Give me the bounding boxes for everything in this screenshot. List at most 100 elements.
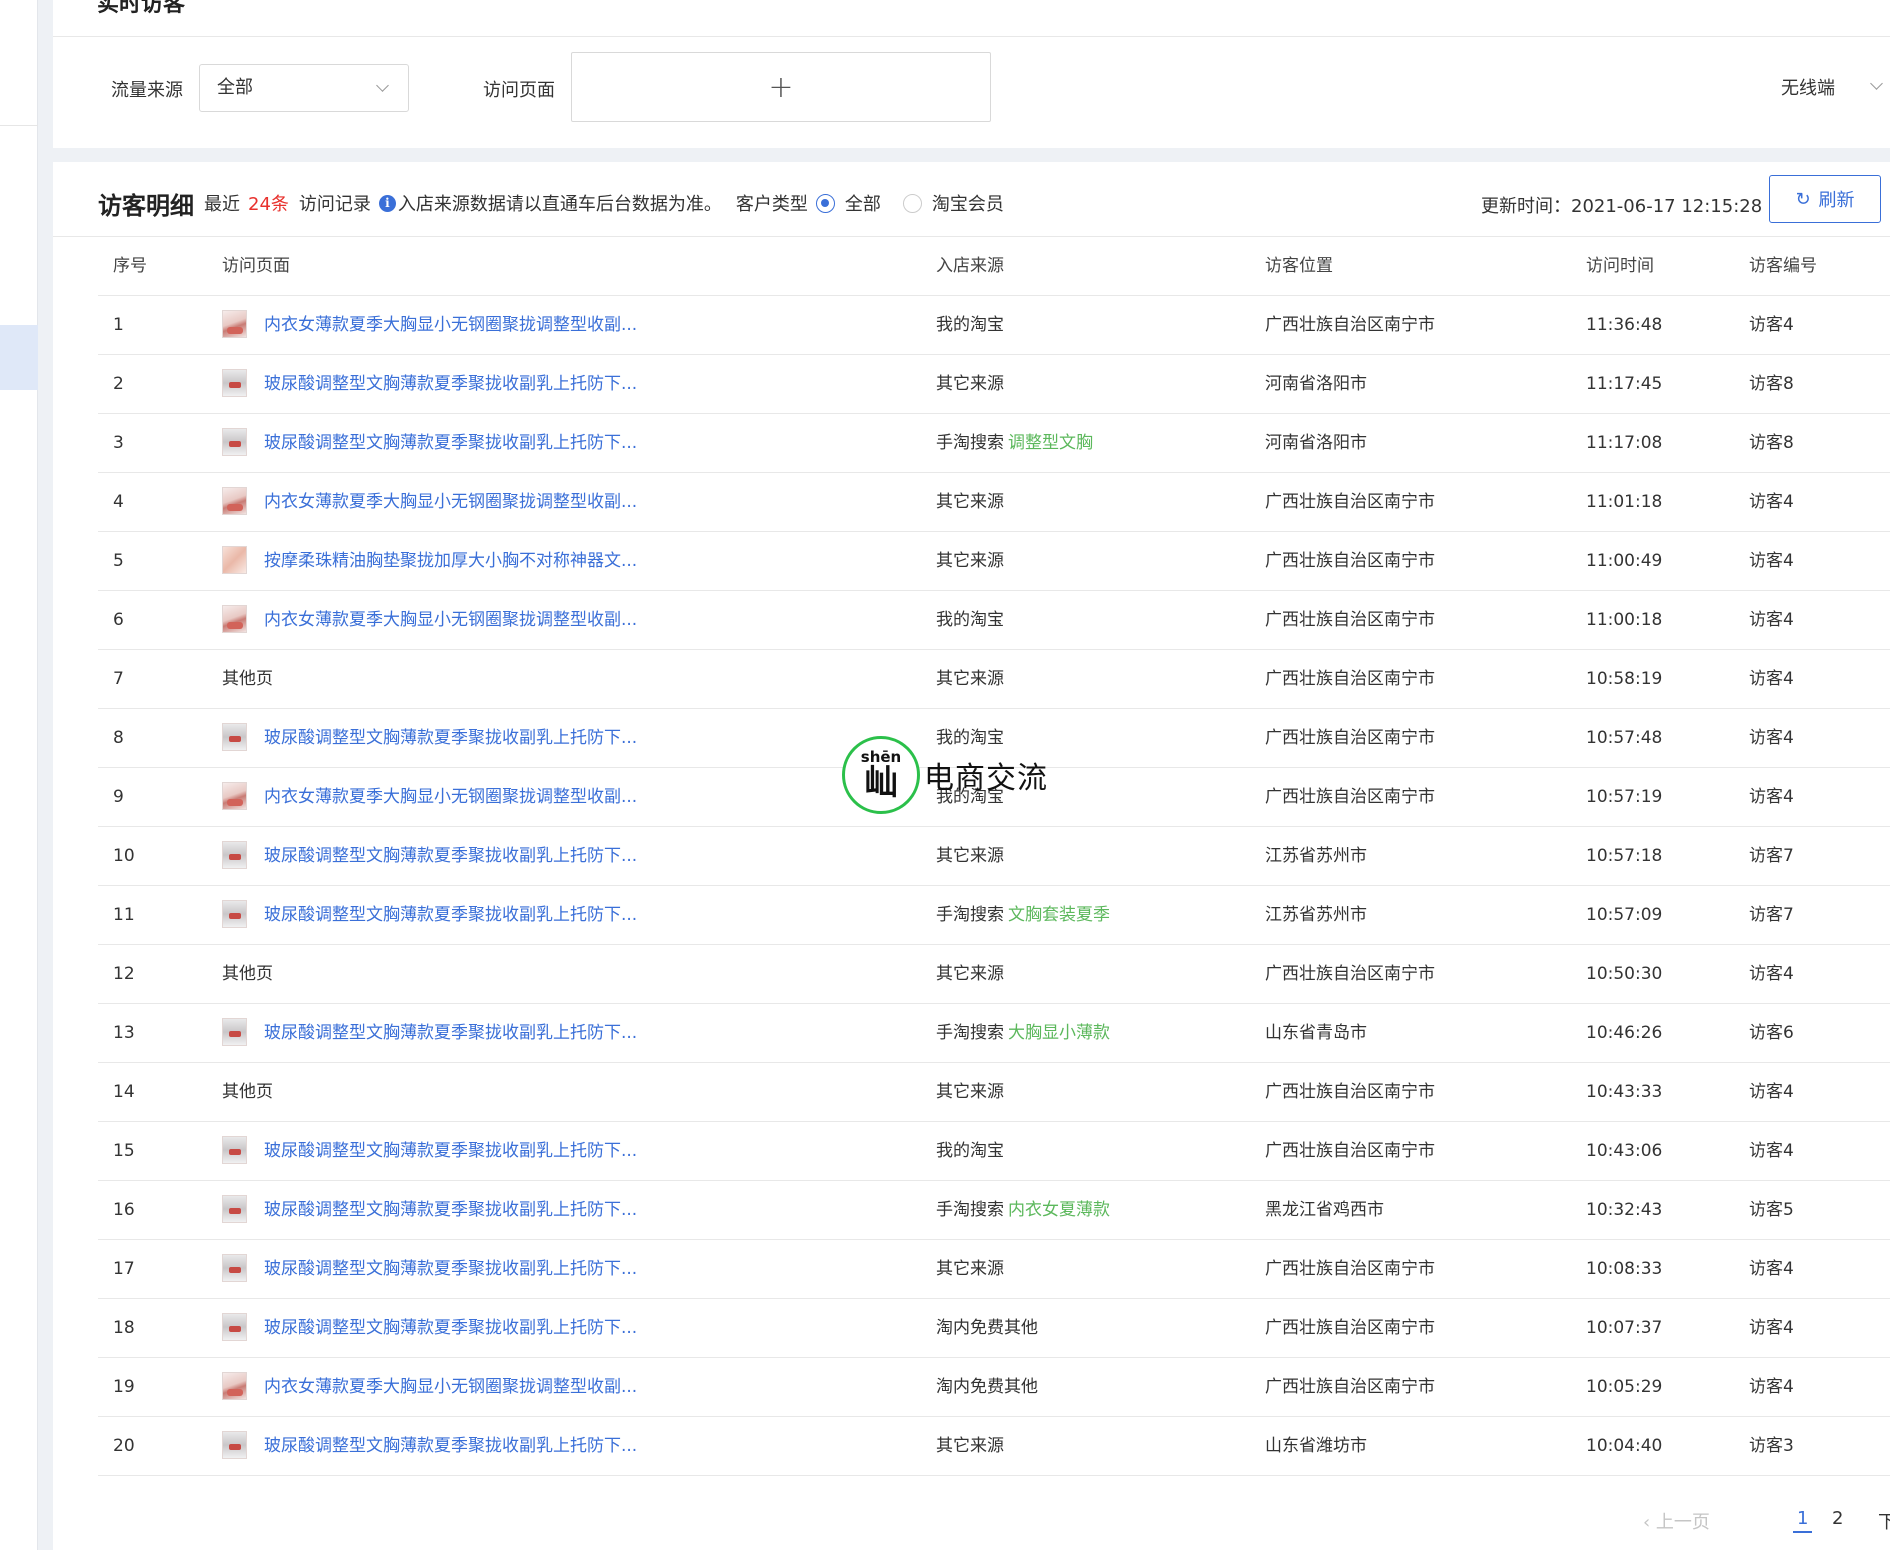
source-name: 其它来源 bbox=[936, 374, 1004, 394]
row-time: 11:00:49 bbox=[1586, 551, 1663, 571]
product-link[interactable]: 玻尿酸调整型文胸薄款夏季聚拢收副乳上托防下... bbox=[264, 1436, 637, 1456]
product-thumbnail[interactable] bbox=[222, 1253, 247, 1282]
product-link[interactable]: 内衣女薄款夏季大胸显小无钢圈聚拢调整型收副... bbox=[264, 787, 637, 807]
product-thumbnail[interactable] bbox=[222, 545, 247, 574]
row-time: 10:43:33 bbox=[1586, 1082, 1663, 1102]
row-source: 其它来源 bbox=[936, 650, 1004, 708]
product-thumbnail[interactable] bbox=[222, 486, 247, 515]
source-name: 其它来源 bbox=[936, 1082, 1004, 1102]
refresh-label: 刷新 bbox=[1818, 190, 1855, 211]
product-thumbnail[interactable] bbox=[222, 1312, 247, 1341]
page-2-button[interactable]: 2 bbox=[1832, 1508, 1843, 1529]
table-row: 5 按摩柔珠精油胸垫聚拢加厚大小胸不对称神器文... 其它来源 广西壮族自治区南宁市 1… bbox=[98, 532, 1890, 591]
product-link[interactable]: 内衣女薄款夏季大胸显小无钢圈聚拢调整型收副... bbox=[264, 492, 637, 512]
product-link[interactable]: 玻尿酸调整型文胸薄款夏季聚拢收副乳上托防下... bbox=[264, 846, 637, 866]
customer-type-label: 客户类型 bbox=[735, 194, 808, 215]
row-index: 3 bbox=[113, 433, 124, 453]
info-icon: i bbox=[378, 194, 396, 212]
row-location: 江苏省苏州市 bbox=[1265, 846, 1367, 866]
product-link[interactable]: 玻尿酸调整型文胸薄款夏季聚拢收副乳上托防下... bbox=[264, 728, 637, 748]
product-link[interactable]: 玻尿酸调整型文胸薄款夏季聚拢收副乳上托防下... bbox=[264, 1141, 637, 1161]
product-link[interactable]: 玻尿酸调整型文胸薄款夏季聚拢收副乳上托防下... bbox=[264, 1259, 637, 1279]
row-time: 11:17:45 bbox=[1586, 374, 1663, 394]
row-index: 10 bbox=[113, 846, 135, 866]
product-thumbnail[interactable] bbox=[222, 427, 247, 456]
row-source: 其它来源 bbox=[936, 355, 1004, 413]
row-source: 其它来源 bbox=[936, 1417, 1004, 1475]
prev-page-button[interactable]: ‹ 上一页 bbox=[1643, 1508, 1710, 1534]
product-link[interactable]: 内衣女薄款夏季大胸显小无钢圈聚拢调整型收副... bbox=[264, 1377, 637, 1397]
row-index: 9 bbox=[113, 787, 124, 807]
product-thumbnail[interactable] bbox=[222, 1135, 247, 1164]
device-select[interactable]: 无线端 bbox=[1781, 74, 1835, 100]
recent-count: 24条 bbox=[248, 194, 289, 215]
col-header-location: 访客位置 bbox=[1265, 256, 1333, 276]
page-name: 其他页 bbox=[222, 1082, 273, 1102]
table-row: 7 其他页 其它来源 广西壮族自治区南宁市 10:58:19 访客4 bbox=[98, 650, 1890, 709]
radio-all[interactable] bbox=[815, 193, 835, 213]
row-location: 河南省洛阳市 bbox=[1265, 374, 1367, 394]
sidebar-active-item[interactable] bbox=[0, 325, 38, 390]
product-thumbnail[interactable] bbox=[222, 899, 247, 928]
row-visitor: 访客4 bbox=[1749, 315, 1794, 335]
radio-member[interactable] bbox=[902, 193, 922, 213]
product-link[interactable]: 玻尿酸调整型文胸薄款夏季聚拢收副乳上托防下... bbox=[264, 1318, 637, 1338]
product-link[interactable]: 玻尿酸调整型文胸薄款夏季聚拢收副乳上托防下... bbox=[264, 905, 637, 925]
row-visitor: 访客4 bbox=[1749, 610, 1794, 630]
watermark-text: 电商交流 bbox=[924, 761, 1048, 796]
row-index: 19 bbox=[113, 1377, 135, 1397]
product-link[interactable]: 玻尿酸调整型文胸薄款夏季聚拢收副乳上托防下... bbox=[264, 1200, 637, 1220]
visitor-detail-panel: 访客明细 最近 24条 访问记录 i 入店来源数据请以直通车后台数据为准。 客户… bbox=[53, 162, 1890, 1550]
row-page: 玻尿酸调整型文胸薄款夏季聚拢收副乳上托防下... bbox=[222, 827, 637, 885]
table-row: 16 玻尿酸调整型文胸薄款夏季聚拢收副乳上托防下... 手淘搜索 内衣女夏薄款 黑龙江省… bbox=[98, 1181, 1890, 1240]
product-thumbnail[interactable] bbox=[222, 722, 247, 751]
row-time: 10:43:06 bbox=[1586, 1141, 1663, 1161]
source-name: 淘内免费其他 bbox=[936, 1318, 1038, 1338]
product-thumbnail[interactable] bbox=[222, 1430, 247, 1459]
chevron-down-icon bbox=[376, 79, 389, 92]
page-name: 其他页 bbox=[222, 964, 273, 984]
product-thumbnail[interactable] bbox=[222, 1371, 247, 1400]
product-link[interactable]: 玻尿酸调整型文胸薄款夏季聚拢收副乳上托防下... bbox=[264, 433, 637, 453]
product-thumbnail[interactable] bbox=[222, 1017, 247, 1046]
page-name: 其他页 bbox=[222, 669, 273, 689]
refresh-button[interactable]: ↻ 刷新 bbox=[1769, 175, 1881, 223]
product-link[interactable]: 内衣女薄款夏季大胸显小无钢圈聚拢调整型收副... bbox=[264, 610, 637, 630]
row-source: 淘内免费其他 bbox=[936, 1358, 1038, 1416]
next-page-button[interactable]: 下一页 › bbox=[1878, 1508, 1890, 1534]
row-location: 广西壮族自治区南宁市 bbox=[1265, 669, 1435, 689]
row-time: 10:07:37 bbox=[1586, 1318, 1663, 1338]
product-link[interactable]: 按摩柔珠精油胸垫聚拢加厚大小胸不对称神器文... bbox=[264, 551, 637, 571]
traffic-source-select[interactable]: 全部 bbox=[199, 64, 409, 112]
product-thumbnail[interactable] bbox=[222, 1194, 247, 1223]
row-index: 15 bbox=[113, 1141, 135, 1161]
row-page: 玻尿酸调整型文胸薄款夏季聚拢收副乳上托防下... bbox=[222, 414, 637, 472]
product-link[interactable]: 玻尿酸调整型文胸薄款夏季聚拢收副乳上托防下... bbox=[264, 1023, 637, 1043]
source-name: 其它来源 bbox=[936, 1259, 1004, 1279]
col-header-source: 入店来源 bbox=[936, 256, 1004, 276]
product-thumbnail[interactable] bbox=[222, 781, 247, 810]
row-time: 10:57:48 bbox=[1586, 728, 1663, 748]
row-index: 11 bbox=[113, 905, 135, 925]
section-title: 实时访客 bbox=[97, 0, 186, 17]
product-thumbnail[interactable] bbox=[222, 840, 247, 869]
watermark-logo: shēn 屾 bbox=[842, 736, 920, 814]
device-chevron-down-icon[interactable] bbox=[1870, 77, 1883, 90]
page-1-button[interactable]: 1 bbox=[1793, 1508, 1813, 1533]
source-name: 其它来源 bbox=[936, 669, 1004, 689]
row-source: 其它来源 bbox=[936, 827, 1004, 885]
product-thumbnail[interactable] bbox=[222, 309, 247, 338]
refresh-icon: ↻ bbox=[1795, 188, 1811, 210]
add-page-button[interactable]: + bbox=[571, 52, 991, 122]
row-location: 江苏省苏州市 bbox=[1265, 905, 1367, 925]
product-thumbnail[interactable] bbox=[222, 604, 247, 633]
product-thumbnail[interactable] bbox=[222, 368, 247, 397]
row-source: 我的淘宝 bbox=[936, 1122, 1004, 1180]
row-visitor: 访客4 bbox=[1749, 1259, 1794, 1279]
source-name: 手淘搜索 bbox=[936, 1023, 1004, 1043]
row-source: 其它来源 bbox=[936, 945, 1004, 1003]
traffic-source-value: 全部 bbox=[217, 77, 253, 98]
product-link[interactable]: 玻尿酸调整型文胸薄款夏季聚拢收副乳上托防下... bbox=[264, 374, 637, 394]
row-visitor: 访客4 bbox=[1749, 1377, 1794, 1397]
product-link[interactable]: 内衣女薄款夏季大胸显小无钢圈聚拢调整型收副... bbox=[264, 315, 637, 335]
